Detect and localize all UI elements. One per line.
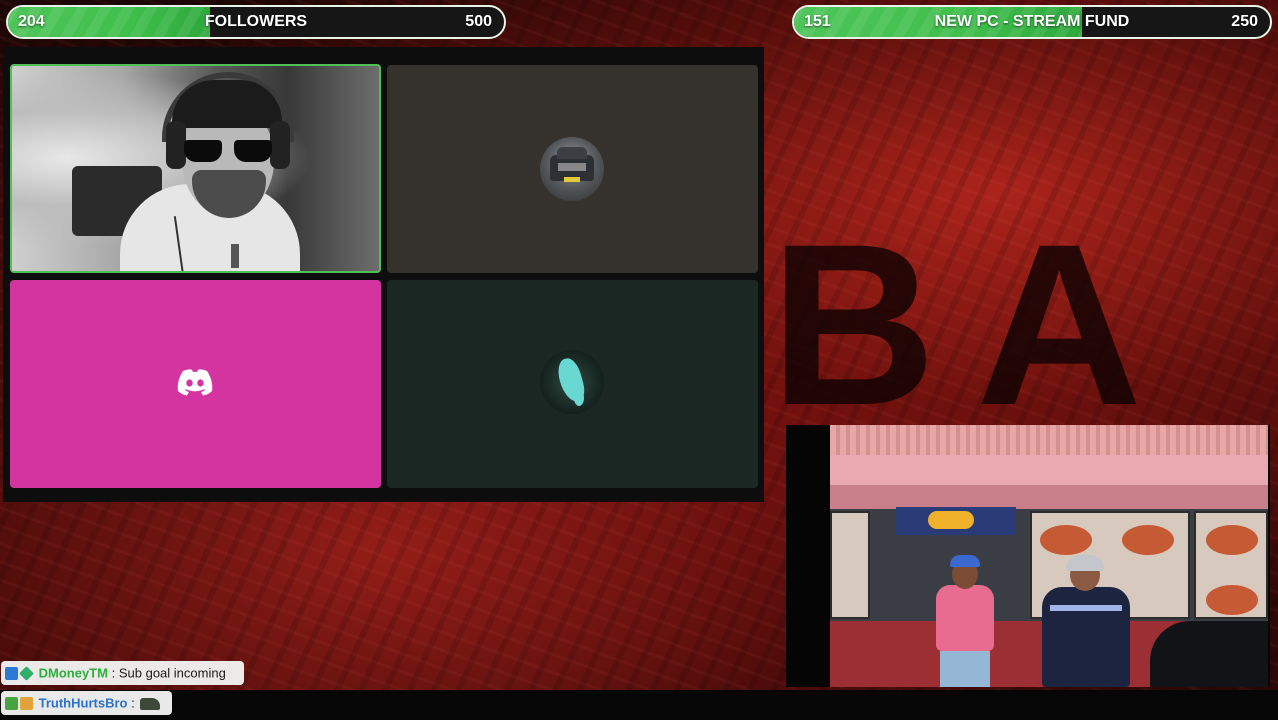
followers-goal-title: FOLLOWERS (204, 13, 308, 30)
chat-separator: : (111, 665, 116, 681)
video-person-tracksuit (1036, 555, 1136, 687)
video-band (830, 485, 1268, 509)
bottom-bar (0, 690, 1278, 720)
video-person-pink (930, 555, 1000, 687)
fund-goal-bar: 151 NEW PC - STREAM FUND 250 (792, 5, 1272, 39)
followers-goal-target: 500 (465, 13, 492, 30)
chat-separator: : (131, 695, 135, 711)
fund-goal-target: 250 (1231, 13, 1258, 30)
participant-tile-discord (10, 280, 381, 488)
fund-goal-title: NEW PC - STREAM FUND (934, 13, 1130, 30)
ghost-avatar-icon (540, 350, 604, 414)
followers-goal-bar: 204 FOLLOWERS 500 (6, 5, 506, 39)
chat-message: DMoneyTM : Sub goal incoming (1, 661, 244, 685)
chat-username: TruthHurtsBro (38, 695, 128, 711)
diamond-badge-icon (19, 666, 34, 681)
box-badge-icon (20, 697, 33, 711)
webcam-pendant (231, 244, 239, 268)
webcam-tile (10, 64, 381, 273)
video-food-poster (1122, 525, 1174, 555)
truck-avatar-icon (540, 137, 604, 201)
video-roof (830, 425, 1268, 455)
chat-message: TruthHurtsBro : (1, 691, 172, 715)
video-food-poster (1040, 525, 1092, 555)
video-player (830, 425, 1268, 687)
sub-badge-icon (5, 667, 18, 681)
video-car (1150, 621, 1268, 687)
video-food-poster (1206, 585, 1258, 615)
chat-text: Sub goal incoming (118, 665, 226, 681)
participant-tile-ghost (387, 280, 758, 488)
chat-username: DMoneyTM (38, 665, 108, 681)
video-fascia (830, 455, 1268, 485)
participant-tile-truck (387, 65, 758, 273)
truck-emote-icon (140, 697, 161, 710)
video-food-poster (1206, 525, 1258, 555)
background-logo-text: BA (770, 225, 1183, 425)
sunglasses-icon (184, 140, 272, 162)
headphone-left (166, 121, 186, 169)
discord-icon (177, 369, 213, 396)
video-window (830, 511, 870, 619)
headphone-right (270, 121, 290, 169)
gift-badge-icon (5, 697, 18, 711)
video-store-logo (928, 511, 974, 529)
